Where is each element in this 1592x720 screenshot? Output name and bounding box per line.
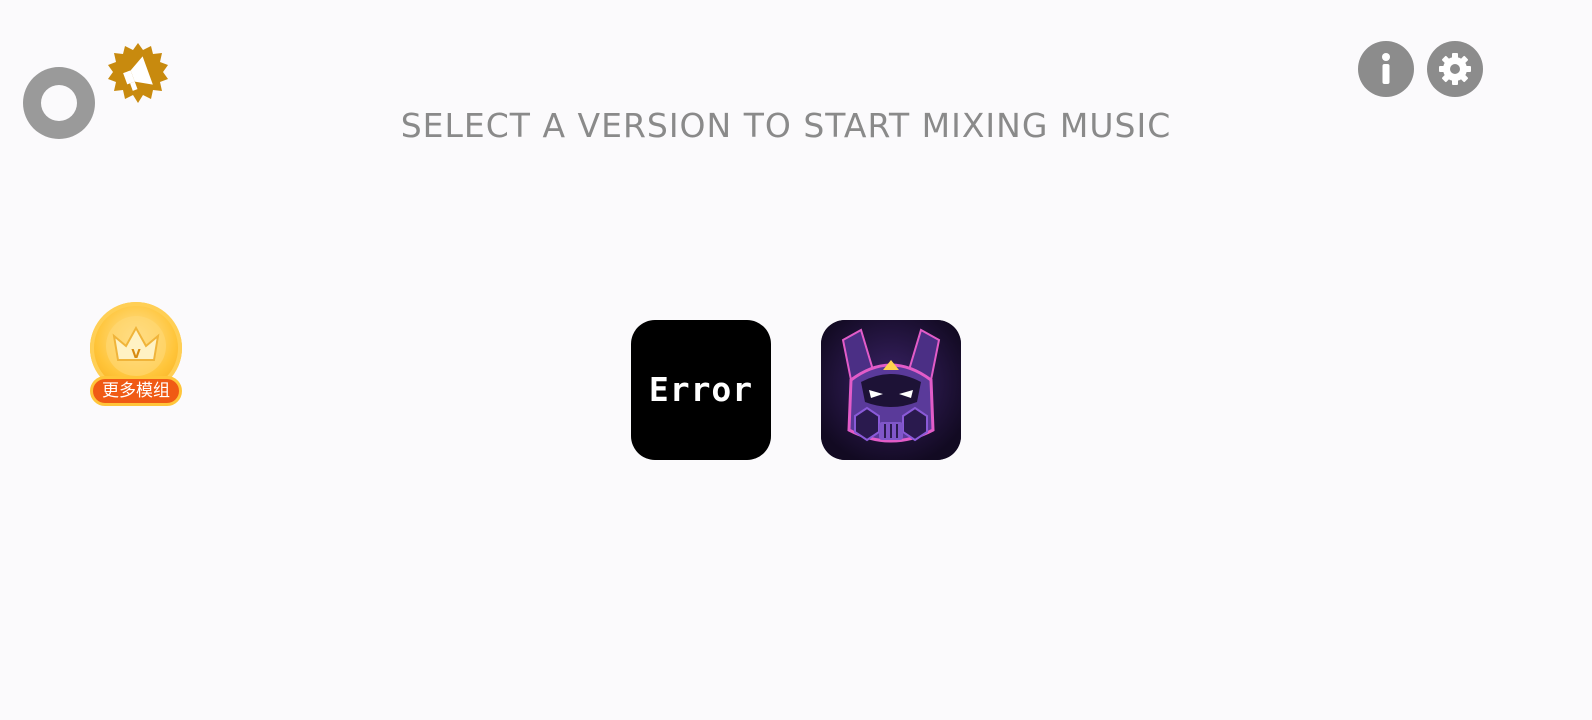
megaphone-icon[interactable] bbox=[106, 41, 170, 105]
version-label-error: Error bbox=[648, 370, 754, 409]
more-mods-label: 更多模组 bbox=[90, 376, 182, 406]
info-button[interactable] bbox=[1358, 41, 1414, 97]
version-tile-error[interactable]: Error bbox=[631, 320, 771, 460]
robot-mascot-icon bbox=[821, 320, 961, 460]
more-mods-button[interactable]: V 更多模组 bbox=[88, 302, 184, 410]
settings-button[interactable] bbox=[1427, 41, 1483, 97]
version-tile-robot[interactable] bbox=[821, 320, 961, 460]
page-title: SELECT A VERSION TO START MIXING MUSIC bbox=[400, 106, 1172, 145]
info-icon bbox=[1382, 53, 1390, 84]
version-select-screen: SELECT A VERSION TO START MIXING MUSIC V bbox=[0, 0, 1592, 720]
svg-text:V: V bbox=[131, 347, 141, 361]
gear-icon bbox=[1439, 53, 1471, 85]
